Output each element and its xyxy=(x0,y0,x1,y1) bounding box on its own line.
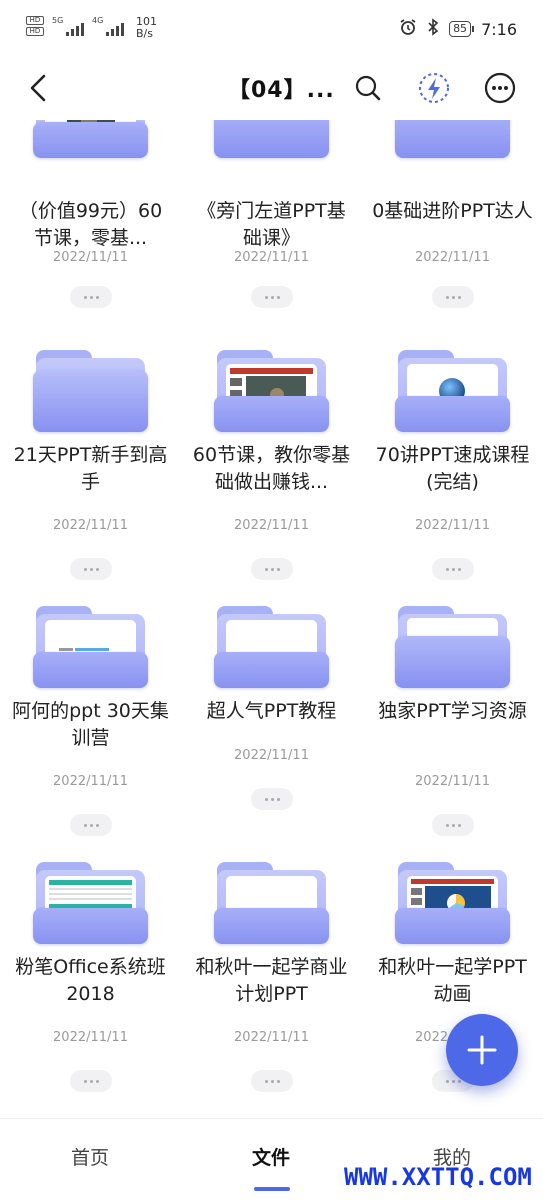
net2-label: 4G xyxy=(92,16,104,25)
folder-icon xyxy=(395,350,510,442)
signal-4g-icon: 4G xyxy=(92,16,124,36)
folder-card[interactable]: 阿何的ppt 30天集训营 2022/11/11 xyxy=(0,606,181,862)
network-speed: 101 B/s xyxy=(136,16,157,40)
folder-icon xyxy=(33,862,148,954)
folder-date: 2022/11/11 xyxy=(234,748,309,763)
folder-title: 21天PPT新手到高手 xyxy=(13,444,168,493)
folder-icon xyxy=(395,120,510,168)
folder-date: 2022/11/11 xyxy=(53,518,128,533)
folder-title: 和秋叶一起学PPT动画 xyxy=(378,956,527,1005)
folder-date: 2022/11/11 xyxy=(53,250,128,265)
plus-icon xyxy=(467,1035,497,1065)
folder-date: 2022/11/11 xyxy=(234,1030,309,1045)
folder-more-button[interactable] xyxy=(251,286,293,308)
back-arrow-icon xyxy=(30,74,46,102)
folder-more-button[interactable] xyxy=(251,1070,293,1092)
folder-title: 和秋叶一起学商业计划PPT xyxy=(195,956,348,1005)
folder-card[interactable]: 和秋叶一起学商业计划PPT 2022/11/11 xyxy=(181,862,362,1118)
folder-date: 2022/11/11 xyxy=(234,518,309,533)
folder-title: 70讲PPT速成课程(完结) xyxy=(375,444,530,493)
folder-date: 2022/11/11 xyxy=(415,518,490,533)
alarm-icon xyxy=(399,18,417,40)
search-button[interactable] xyxy=(350,70,386,106)
sim2-badge: HD xyxy=(26,27,44,36)
folder-date: 2022/11/11 xyxy=(53,774,128,789)
folder-more-button[interactable] xyxy=(70,814,112,836)
folder-title: 独家PPT学习资源 xyxy=(378,700,527,722)
file-grid: （价值99元）60节课，零基... 2022/11/11 《旁门左道PPT基础课… xyxy=(0,120,543,1118)
status-right: 85 7:16 xyxy=(399,18,517,40)
battery-icon: 85 xyxy=(449,21,475,37)
folder-title: 超人气PPT教程 xyxy=(206,700,337,722)
folder-more-button[interactable] xyxy=(70,1070,112,1092)
folder-more-button[interactable] xyxy=(432,814,474,836)
more-options-icon xyxy=(484,72,516,104)
folder-icon xyxy=(214,606,329,698)
folder-icon xyxy=(395,862,510,954)
folder-title: 《旁门左道PPT基础课》 xyxy=(197,200,346,249)
folder-icon xyxy=(33,606,148,698)
folder-icon xyxy=(214,350,329,442)
folder-card[interactable]: 60节课，教你零基础做出赚钱... 2022/11/11 xyxy=(181,350,362,606)
clock: 7:16 xyxy=(481,19,517,39)
folder-icon xyxy=(395,606,510,698)
folder-more-button[interactable] xyxy=(432,558,474,580)
folder-more-button[interactable] xyxy=(251,788,293,810)
nav-files[interactable]: 文件 xyxy=(211,1143,331,1170)
sim-indicators: HD HD xyxy=(26,16,44,36)
folder-card[interactable]: 21天PPT新手到高手 2022/11/11 xyxy=(0,350,181,606)
folder-date: 2022/11/11 xyxy=(415,774,490,789)
folder-icon xyxy=(214,120,329,168)
folder-title: 阿何的ppt 30天集训营 xyxy=(12,700,169,749)
page-title: 【04】... xyxy=(228,78,335,103)
folder-title: （价值99元）60节课，零基... xyxy=(18,200,163,249)
net1-label: 5G xyxy=(52,16,64,25)
lightning-icon xyxy=(419,73,449,103)
folder-card[interactable]: 独家PPT学习资源 2022/11/11 xyxy=(362,606,543,862)
folder-title: 0基础进阶PPT达人 xyxy=(372,200,533,222)
folder-card[interactable]: 70讲PPT速成课程(完结) 2022/11/11 xyxy=(362,350,543,606)
folder-icon xyxy=(33,350,148,442)
folder-date: 2022/11/11 xyxy=(234,250,309,265)
folder-more-button[interactable] xyxy=(70,286,112,308)
folder-more-button[interactable] xyxy=(70,558,112,580)
sim1-badge: HD xyxy=(26,16,44,25)
folder-icon xyxy=(33,120,148,168)
watermark: WWW.XXTTQ.COM xyxy=(344,1163,532,1191)
speed-unit: B/s xyxy=(136,27,153,40)
folder-title: 粉笔Office系统班2018 xyxy=(15,956,166,1005)
folder-more-button[interactable] xyxy=(432,286,474,308)
status-left: HD HD 5G 4G 101 B/s xyxy=(26,16,157,40)
folder-card[interactable]: 《旁门左道PPT基础课》 2022/11/11 xyxy=(181,120,362,362)
folder-card[interactable]: （价值99元）60节课，零基... 2022/11/11 xyxy=(0,120,181,362)
folder-title: 60节课，教你零基础做出赚钱... xyxy=(192,444,351,493)
search-icon xyxy=(355,75,381,101)
signal-5g-icon: 5G xyxy=(52,16,84,36)
folder-card[interactable]: 和秋叶一起学PPT动画 2022/11/11 xyxy=(362,862,543,1118)
back-button[interactable] xyxy=(22,70,58,106)
folder-more-button[interactable] xyxy=(251,558,293,580)
folder-date: 2022/11/11 xyxy=(415,250,490,265)
more-options-button[interactable] xyxy=(482,70,518,106)
add-button[interactable] xyxy=(446,1014,518,1086)
bluetooth-icon xyxy=(427,18,439,40)
folder-card[interactable]: 0基础进阶PPT达人 2022/11/11 xyxy=(362,120,543,362)
folder-card[interactable]: 粉笔Office系统班2018 2022/11/11 xyxy=(0,862,181,1118)
folder-card[interactable]: 超人气PPT教程 2022/11/11 xyxy=(181,606,362,862)
folder-icon xyxy=(214,862,329,954)
folder-date: 2022/11/11 xyxy=(53,1030,128,1045)
active-tab-indicator xyxy=(254,1187,290,1191)
status-bar: HD HD 5G 4G 101 B/s 85 7:16 xyxy=(0,0,543,56)
nav-home[interactable]: 首页 xyxy=(30,1143,150,1170)
top-bar: 【04】... xyxy=(0,56,543,120)
quick-transfer-button[interactable] xyxy=(416,70,452,106)
